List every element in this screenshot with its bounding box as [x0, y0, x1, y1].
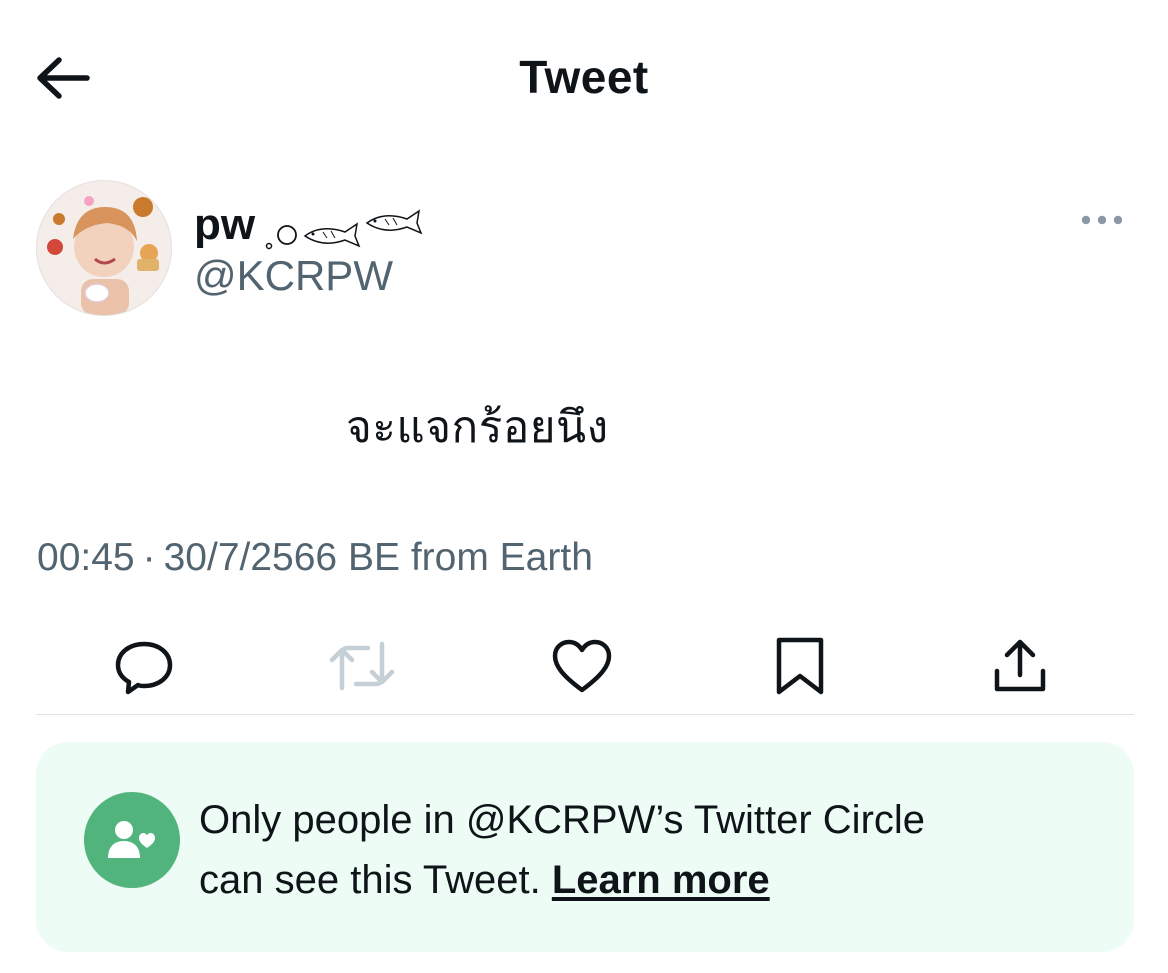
- name-decorations: [265, 209, 425, 250]
- display-name-text: pw: [194, 200, 256, 249]
- display-name[interactable]: pw: [194, 200, 425, 250]
- fish-icon: [303, 222, 361, 248]
- bookmark-icon: [776, 637, 824, 695]
- page-title: Tweet: [519, 51, 649, 103]
- tweet-author-row: pw @KCRPW: [36, 180, 1136, 320]
- ellipsis-icon: [1081, 215, 1123, 225]
- tweet-action-bar: [0, 620, 1168, 700]
- heart-icon: [552, 639, 612, 693]
- bubble-icon: [265, 225, 298, 250]
- circle-notice-line2: can see this Tweet.: [199, 858, 541, 902]
- divider: [36, 714, 1134, 715]
- retweet-button: [326, 630, 398, 702]
- tweet-time[interactable]: 00:45: [37, 536, 135, 579]
- reply-icon: [115, 641, 173, 695]
- tweet-source: from Earth: [410, 536, 593, 579]
- twitter-circle-notice: Only people in @KCRPW’s Twitter Circle c…: [36, 742, 1134, 952]
- tweet-metadata: 00:45 · 30/7/2566 BE from Earth: [37, 536, 593, 580]
- more-options-button[interactable]: [1072, 200, 1132, 240]
- fish-icon: [365, 209, 423, 235]
- learn-more-link[interactable]: Learn more: [552, 858, 770, 902]
- circle-notice-text: Only people in @KCRPW’s Twitter Circle c…: [199, 790, 1099, 910]
- share-icon: [994, 639, 1046, 692]
- reply-button[interactable]: [108, 630, 180, 702]
- circle-notice-line2-wrapper: can see this Tweet. Learn more: [199, 850, 1099, 910]
- twitter-circle-icon: [108, 821, 155, 858]
- like-button[interactable]: [546, 630, 618, 702]
- twitter-circle-badge: [84, 792, 180, 888]
- bookmark-button[interactable]: [764, 630, 836, 702]
- user-handle[interactable]: @KCRPW: [194, 252, 393, 300]
- tweet-date[interactable]: 30/7/2566 BE: [164, 536, 400, 579]
- top-navigation-bar: Tweet: [0, 0, 1168, 160]
- avatar[interactable]: [36, 180, 172, 316]
- meta-separator: ·: [142, 536, 156, 579]
- share-button[interactable]: [984, 630, 1056, 702]
- tweet-text: จะแจกร้อยนึง: [346, 402, 609, 453]
- circle-notice-line1: Only people in @KCRPW’s Twitter Circle: [199, 798, 926, 842]
- avatar-image: [37, 181, 171, 315]
- retweet-icon: [329, 641, 395, 691]
